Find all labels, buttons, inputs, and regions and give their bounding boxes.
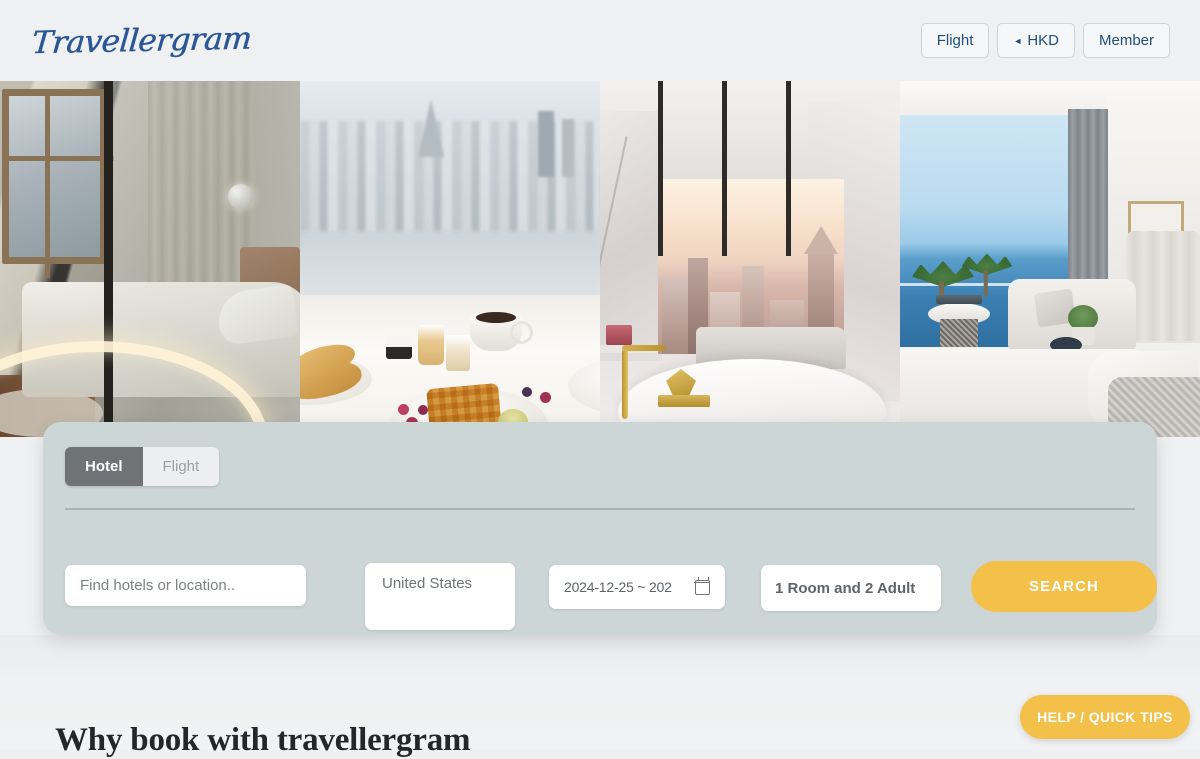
hero-image-strip	[0, 81, 1200, 437]
nav-currency-label: HKD	[1027, 32, 1059, 49]
breakfast-tower	[538, 111, 554, 177]
bedroom-photo	[0, 81, 300, 437]
destination-input[interactable]: Find hotels or location..	[65, 565, 306, 606]
breakfast-water	[300, 231, 600, 301]
tab-hotel[interactable]: Hotel	[65, 447, 143, 486]
site-header: Travellergram Flight ◄ HKD Member	[0, 0, 1200, 81]
hero-image-bathroom	[600, 81, 900, 437]
suite-books	[936, 295, 982, 304]
date-range-value: 2024-12-25 ~ 202	[564, 579, 672, 595]
country-select[interactable]: United States	[365, 563, 515, 630]
calendar-icon	[694, 576, 710, 595]
country-value: United States	[382, 575, 473, 592]
site-logo[interactable]: Travellergram	[30, 20, 252, 61]
breakfast-tower-two	[562, 119, 574, 177]
bathroom-window-mullion	[786, 81, 791, 256]
hero-image-ocean-suite	[900, 81, 1200, 437]
date-range-input[interactable]: 2024-12-25 ~ 202	[549, 565, 725, 609]
breakfast-dessert-glass	[446, 335, 470, 371]
bathroom-left-marble-wall	[600, 111, 662, 361]
search-button[interactable]: SEARCH	[971, 561, 1157, 612]
header-nav: Flight ◄ HKD Member	[920, 23, 1170, 58]
breakfast-photo	[300, 81, 600, 437]
hero-image-bedroom	[0, 81, 300, 437]
bathroom-gold-tray	[658, 395, 710, 407]
breakfast-cityscape	[300, 121, 600, 246]
nav-currency-button[interactable]: ◄ HKD	[997, 23, 1075, 58]
breakfast-spire	[418, 99, 444, 157]
search-fields: Find hotels or location.. United States …	[65, 542, 1157, 630]
bathroom-window-mullion	[722, 81, 727, 256]
panel-divider	[65, 508, 1135, 510]
nav-flight-label: Flight	[936, 32, 974, 49]
breakfast-parfait-glass	[418, 325, 444, 365]
ocean-suite-photo	[900, 81, 1200, 437]
nav-member-label: Member	[1098, 32, 1154, 49]
bathroom-gold-faucet	[622, 345, 666, 419]
page-section-heading: Why book with travellergram	[55, 722, 471, 758]
bathroom-window-mullion	[658, 81, 663, 256]
destination-placeholder: Find hotels or location..	[80, 577, 236, 594]
palm-tree	[958, 254, 1015, 297]
suite-table-base	[940, 319, 978, 347]
bathroom-photo	[600, 81, 900, 437]
breakfast-coffee-surface	[476, 312, 516, 323]
occupancy-value: 1 Room and 2 Adult	[775, 579, 916, 597]
help-quick-tips-button[interactable]: HELP / QUICK TIPS	[1020, 695, 1190, 739]
breakfast-raspberry-side	[540, 392, 551, 403]
breakfast-raspberry-two	[398, 404, 409, 415]
bathroom-decor-box	[606, 325, 632, 345]
occupancy-select[interactable]: 1 Room and 2 Adult	[761, 565, 941, 611]
triangle-left-icon: ◄	[1013, 36, 1023, 46]
breakfast-jar	[386, 335, 412, 359]
nav-flight-button[interactable]: Flight	[920, 23, 990, 58]
breakfast-raspberry-three	[418, 405, 428, 415]
skyline-building	[662, 276, 688, 354]
tab-flight[interactable]: Flight	[142, 447, 220, 486]
nav-member-button[interactable]: Member	[1082, 23, 1170, 58]
breakfast-blackberry-two	[522, 387, 532, 397]
search-panel: Hotel Flight Find hotels or location.. U…	[43, 422, 1157, 635]
suite-headboard	[1126, 231, 1200, 341]
skyline-tower-crown	[804, 226, 838, 254]
search-type-tabs: Hotel Flight	[65, 447, 220, 486]
hero-image-breakfast	[300, 81, 600, 437]
bedroom-window	[2, 89, 114, 278]
